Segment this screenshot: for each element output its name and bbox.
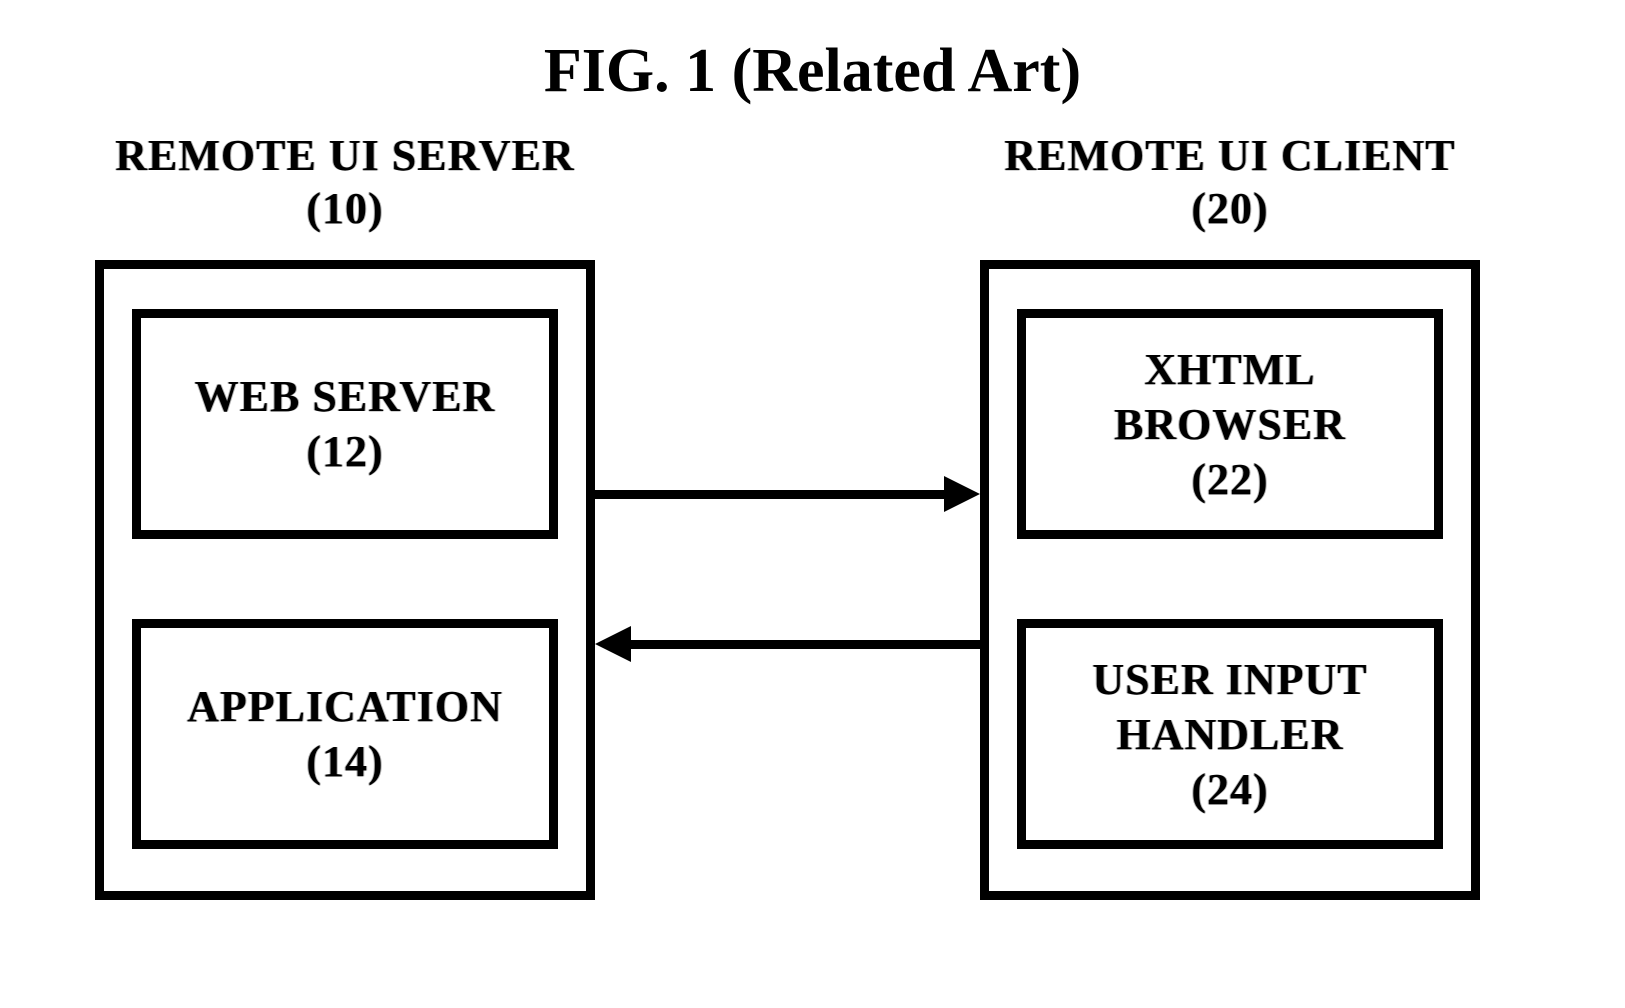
handler-line1: USER INPUT	[1092, 655, 1367, 704]
arrow-client-to-server	[625, 640, 980, 649]
browser-line1: XHTML	[1144, 345, 1315, 394]
application-line2: (14)	[306, 737, 383, 786]
client-label-line1: REMOTE UI CLIENT	[1004, 131, 1455, 180]
client-label: REMOTE UI CLIENT (20)	[980, 130, 1480, 236]
arrow-server-to-client	[595, 490, 950, 499]
user-input-handler-box: USER INPUT HANDLER (24)	[1017, 619, 1443, 849]
web-server-line1: WEB SERVER	[195, 372, 496, 421]
xhtml-browser-box: XHTML BROWSER (22)	[1017, 309, 1443, 539]
server-label: REMOTE UI SERVER (10)	[95, 130, 595, 236]
handler-line2: HANDLER	[1116, 710, 1343, 759]
arrow-left-head-icon	[595, 626, 631, 662]
figure-title: FIG. 1 (Related Art)	[0, 36, 1625, 107]
client-label-line2: (20)	[1191, 184, 1268, 233]
handler-line3: (24)	[1191, 765, 1268, 814]
browser-line2: BROWSER	[1114, 400, 1346, 449]
browser-line3: (22)	[1191, 455, 1268, 504]
application-box: APPLICATION (14)	[132, 619, 558, 849]
server-box: WEB SERVER (12) APPLICATION (14)	[95, 260, 595, 900]
web-server-line2: (12)	[306, 427, 383, 476]
arrow-right-head-icon	[944, 476, 980, 512]
server-label-line2: (10)	[306, 184, 383, 233]
web-server-box: WEB SERVER (12)	[132, 309, 558, 539]
application-line1: APPLICATION	[187, 682, 503, 731]
server-label-line1: REMOTE UI SERVER	[115, 131, 574, 180]
client-box: XHTML BROWSER (22) USER INPUT HANDLER (2…	[980, 260, 1480, 900]
